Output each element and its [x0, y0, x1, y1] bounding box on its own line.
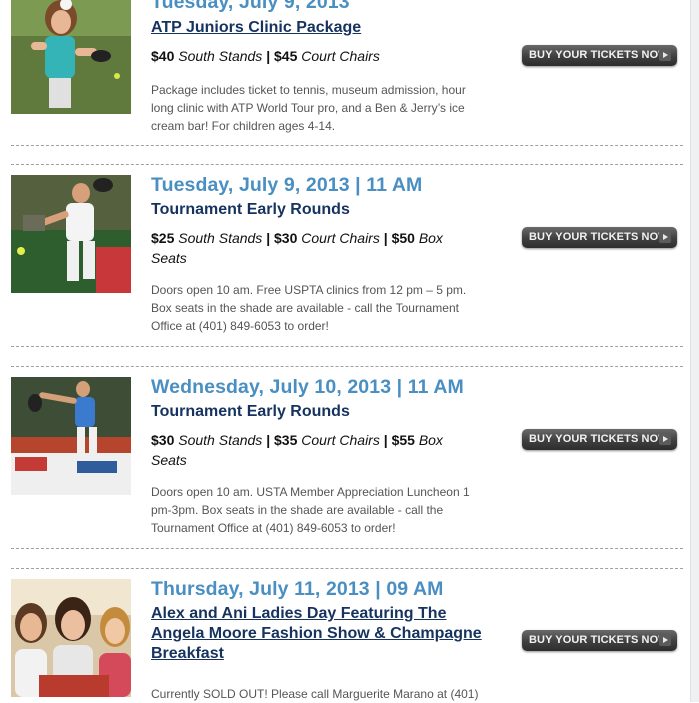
- price-section: Court Chairs: [301, 230, 380, 246]
- page-scroll-edge: [690, 0, 699, 702]
- event-date-heading: Tuesday, July 9, 2013: [151, 0, 350, 13]
- buy-tickets-button[interactable]: BUY YOUR TICKETS NOW: [522, 45, 677, 66]
- price-amount: $35: [274, 432, 298, 448]
- event-prices: $30 South Stands | $35 Court Chairs | $5…: [151, 430, 471, 470]
- price-section: South Stands: [178, 48, 263, 64]
- event-item: Tuesday, July 9, 2013 ATP Juniors Clinic…: [11, 0, 683, 150]
- price-amount: $30: [151, 432, 175, 448]
- buy-tickets-label: BUY YOUR TICKETS NOW: [529, 634, 669, 646]
- event-photo-tennis-serve: [11, 377, 131, 495]
- event-photo-girl-tennis: [11, 0, 131, 114]
- price-separator: |: [266, 432, 271, 448]
- buy-tickets-label: BUY YOUR TICKETS NOW: [529, 49, 669, 61]
- event-item: Wednesday, July 10, 2013 | 11 AM Tournam…: [11, 376, 683, 547]
- arrow-right-icon: [659, 433, 671, 445]
- arrow-right-icon: [659, 49, 671, 61]
- event-description: Doors open 10 am. USTA Member Appreciati…: [151, 485, 470, 535]
- event-divider: [11, 164, 683, 165]
- event-date-heading: Wednesday, July 10, 2013 | 11 AM: [151, 376, 464, 398]
- event-description: Currently SOLD OUT! Please call Margueri…: [151, 687, 479, 701]
- event-prices: $40 South Stands | $45 Court Chairs: [151, 46, 471, 66]
- price-amount: $30: [274, 230, 298, 246]
- buy-tickets-button[interactable]: BUY YOUR TICKETS NOW: [522, 630, 677, 651]
- event-description: Doors open 10 am. Free USPTA clinics fro…: [151, 283, 467, 333]
- price-amount: $55: [391, 432, 415, 448]
- buy-tickets-label: BUY YOUR TICKETS NOW: [529, 231, 669, 243]
- event-item: Tuesday, July 9, 2013 | 11 AM Tournament…: [11, 174, 683, 345]
- event-item: Thursday, July 11, 2013 | 09 AM Alex and…: [11, 578, 683, 702]
- event-prices: $25 South Stands | $30 Court Chairs | $5…: [151, 228, 471, 268]
- price-separator: |: [383, 230, 388, 246]
- price-section: Court Chairs: [301, 48, 380, 64]
- buy-tickets-label: BUY YOUR TICKETS NOW: [529, 433, 669, 445]
- price-amount: $25: [151, 230, 175, 246]
- event-photo-ladies-day: [11, 579, 131, 697]
- event-divider: [11, 366, 683, 367]
- event-divider: [11, 346, 683, 347]
- price-separator: |: [383, 432, 388, 448]
- price-amount: $40: [151, 48, 175, 64]
- buy-tickets-button[interactable]: BUY YOUR TICKETS NOW: [522, 227, 677, 248]
- event-title: Tournament Early Rounds: [151, 201, 350, 218]
- event-title: Tournament Early Rounds: [151, 403, 350, 420]
- event-divider: [11, 548, 683, 549]
- arrow-right-icon: [659, 231, 671, 243]
- price-separator: |: [266, 230, 271, 246]
- price-section: South Stands: [178, 230, 263, 246]
- event-title-link[interactable]: ATP Juniors Clinic Package: [151, 18, 496, 38]
- event-photo-tennis-player: [11, 175, 131, 293]
- buy-tickets-button[interactable]: BUY YOUR TICKETS NOW: [522, 429, 677, 450]
- price-separator: |: [266, 48, 271, 64]
- price-section: Court Chairs: [301, 432, 380, 448]
- price-amount: $45: [274, 48, 298, 64]
- price-amount: $50: [391, 230, 415, 246]
- event-title-link[interactable]: Alex and Ani Ladies Day Featuring The An…: [151, 604, 496, 664]
- price-section: South Stands: [178, 432, 263, 448]
- event-date-heading: Tuesday, July 9, 2013 | 11 AM: [151, 174, 423, 196]
- event-date-heading: Thursday, July 11, 2013 | 09 AM: [151, 578, 444, 600]
- arrow-right-icon: [659, 634, 671, 646]
- event-divider: [11, 145, 683, 146]
- event-description: Package includes ticket to tennis, museu…: [151, 83, 466, 133]
- event-divider: [11, 568, 683, 569]
